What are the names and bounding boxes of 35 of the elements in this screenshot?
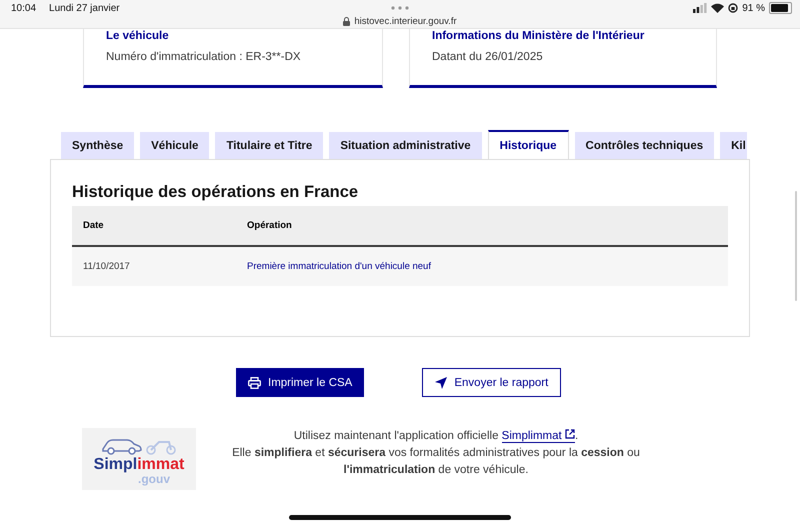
tab[interactable]: Situation administrative: [329, 132, 482, 159]
battery-icon: [769, 2, 792, 14]
card-title: Informations du Ministère de l'Intérieur: [432, 30, 646, 42]
app-logo: Simplimmat .gouv: [82, 428, 196, 490]
column-header: Date: [82, 220, 105, 231]
simplimmat-link[interactable]: Simplimmat: [502, 430, 575, 443]
lock-icon: [343, 17, 350, 26]
tab[interactable]: Kil: [720, 132, 747, 159]
battery-percent: 91 %: [742, 2, 765, 14]
clock-time: 10:04: [11, 2, 36, 14]
table-cell: Première immatriculation d'un véhicule neuf: [247, 261, 431, 272]
column-header: Opération: [247, 220, 292, 231]
send-icon: [435, 376, 448, 388]
send-button[interactable]: Envoyer le rapport: [422, 368, 562, 397]
print-button[interactable]: Imprimer le CSA: [236, 368, 364, 397]
date-text: Lundi 27 janvier: [49, 2, 120, 14]
tab[interactable]: Historique: [488, 130, 569, 159]
card-text: Numéro d'immatriculation : ER-3**-DX: [106, 51, 302, 63]
card-title: Le véhicule: [106, 30, 170, 42]
tab[interactable]: Titulaire et Titre: [215, 132, 324, 159]
tab[interactable]: Contrôles techniques: [574, 132, 714, 159]
lock-rotation-icon: [728, 3, 738, 13]
external-link-icon: [564, 429, 575, 439]
scrollbar[interactable]: [795, 191, 797, 301]
tab[interactable]: Véhicule: [140, 132, 210, 159]
tab[interactable]: Synthèse: [61, 132, 134, 159]
promo-text: Utilisez maintenant l'application officielle Simplimmat . Elle simplifiera et sécurisera vos formalités administratives pour la cession ou l'immatriculation de votre véhicule.: [231, 428, 641, 478]
printer-icon: [248, 376, 261, 388]
table-cell-text: 11/10/2017: [82, 261, 131, 272]
signal-icon: [693, 3, 708, 13]
card-text: Datant du 26/01/2025: [432, 51, 544, 63]
wifi-icon: [711, 3, 724, 13]
url-text[interactable]: histovec.interieur.gouv.fr: [354, 16, 457, 27]
section-title: Historique des opérations en France: [72, 183, 360, 203]
more-icon[interactable]: [391, 6, 409, 10]
